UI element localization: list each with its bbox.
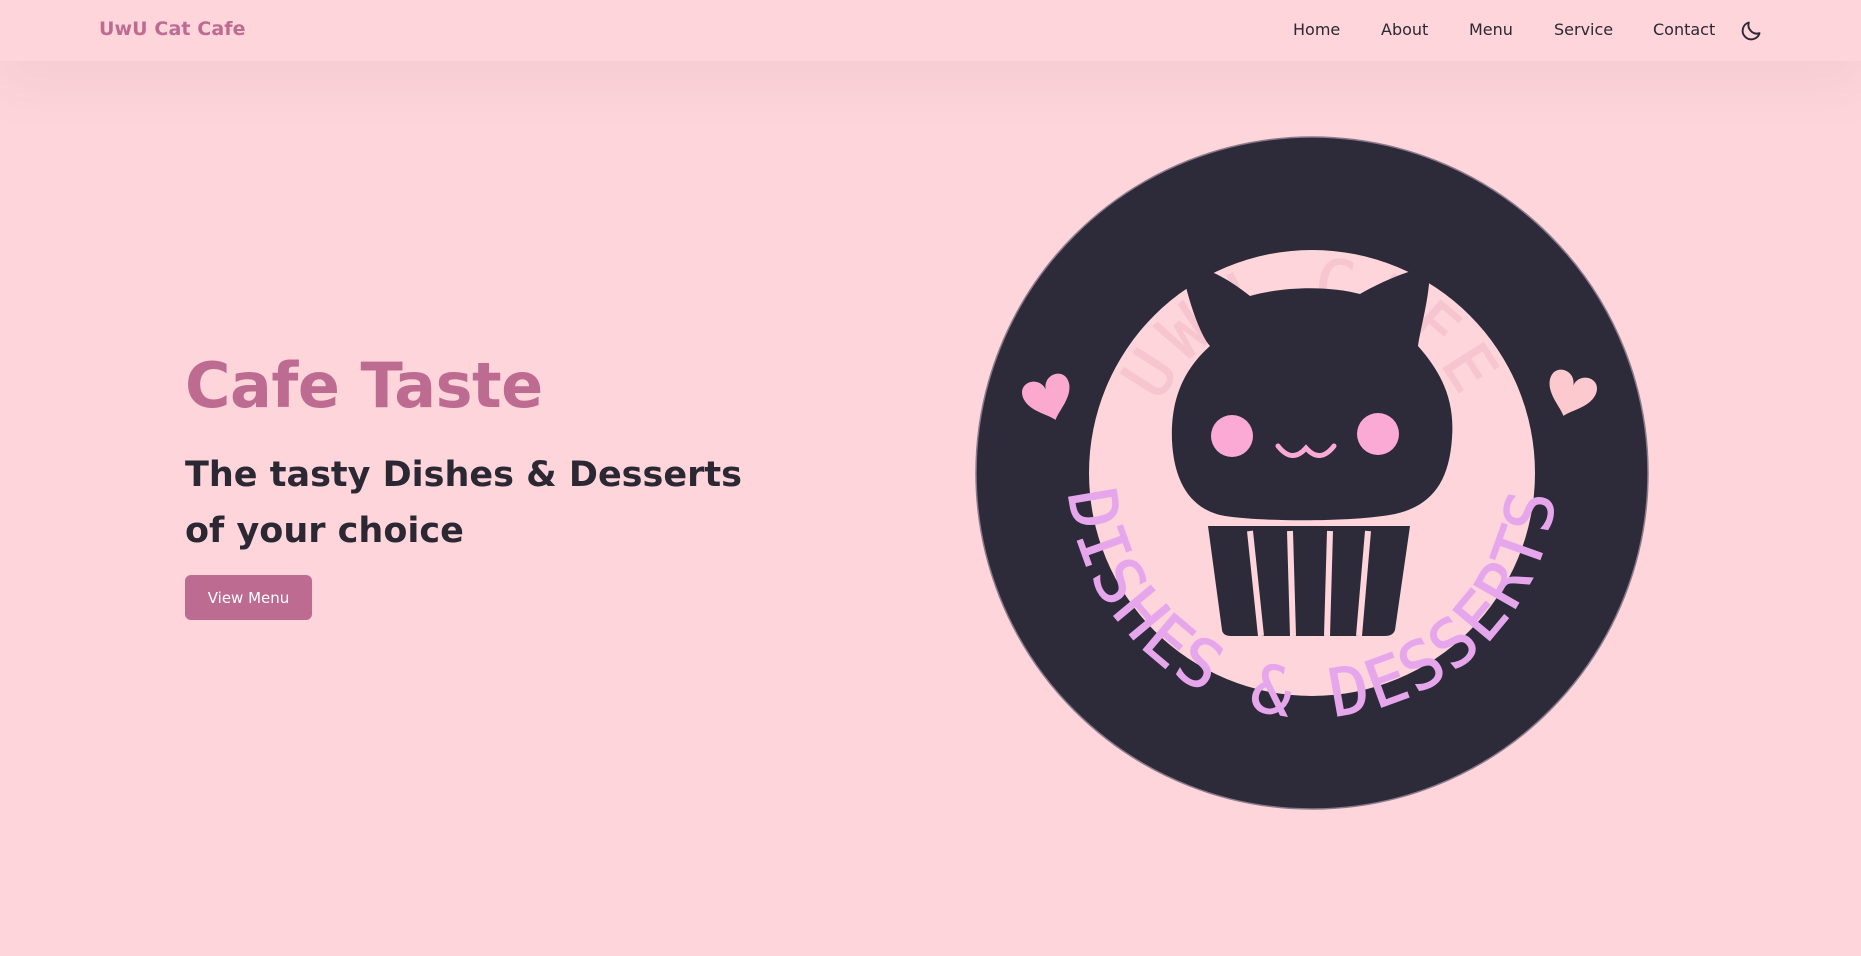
- hero-subtitle: The tasty Dishes & Desserts of your choic…: [185, 447, 745, 559]
- site-header: UwU Cat Cafe Home About Menu Service Con…: [0, 0, 1861, 61]
- moon-icon: [1741, 21, 1761, 41]
- hero-title: Cafe Taste: [185, 349, 543, 422]
- cafe-logo: UWU CAFE DISHES & DESSERTS: [975, 136, 1649, 810]
- hero-subtitle-line-1: The tasty Dishes & Desserts: [185, 455, 742, 495]
- view-menu-button[interactable]: View Menu: [185, 575, 312, 620]
- hero-subtitle-line-2: of your choice: [185, 511, 464, 551]
- nav-link-about[interactable]: About: [1381, 20, 1428, 39]
- page: UwU Cat Cafe Home About Menu Service Con…: [0, 0, 1861, 956]
- theme-toggle-button[interactable]: [1739, 19, 1763, 43]
- brand-link[interactable]: UwU Cat Cafe: [99, 18, 246, 40]
- nav-link-menu[interactable]: Menu: [1469, 20, 1513, 39]
- nav-link-contact[interactable]: Contact: [1653, 20, 1715, 39]
- cafe-logo-graphic: UWU CAFE DISHES & DESSERTS: [975, 136, 1649, 810]
- nav-link-home[interactable]: Home: [1293, 20, 1340, 39]
- nav-link-service[interactable]: Service: [1554, 20, 1613, 39]
